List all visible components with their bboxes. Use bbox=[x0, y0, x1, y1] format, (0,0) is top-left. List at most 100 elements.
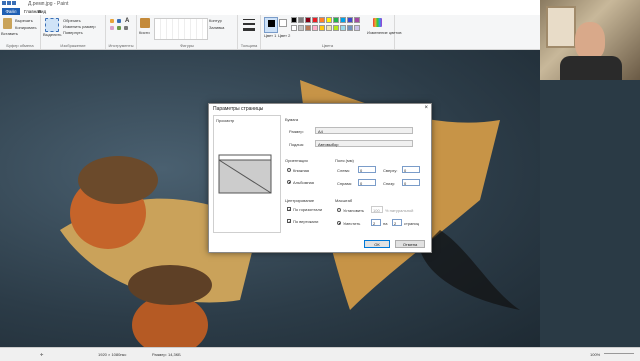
palette-swatch[interactable] bbox=[291, 25, 297, 31]
text-icon[interactable]: A bbox=[125, 18, 129, 24]
palette-swatch[interactable] bbox=[347, 25, 353, 31]
image-group-label: Изображение bbox=[60, 43, 86, 48]
paste-button[interactable]: Вставить bbox=[1, 31, 18, 36]
title-bar: Д.ремп.jpg - Paint bbox=[0, 0, 540, 8]
portrait-radio[interactable] bbox=[287, 168, 291, 172]
palette-swatch[interactable] bbox=[319, 17, 325, 23]
picker-icon[interactable] bbox=[117, 26, 121, 30]
brushes-button[interactable]: Кисти bbox=[139, 30, 150, 35]
palette-swatch[interactable] bbox=[312, 25, 318, 31]
fit-by-label: на bbox=[383, 221, 388, 226]
edit-colors-icon[interactable] bbox=[373, 18, 382, 27]
palette-swatch[interactable] bbox=[340, 25, 346, 31]
file-size: Размер: 14,3КБ bbox=[152, 352, 181, 357]
palette-swatch[interactable] bbox=[291, 17, 297, 23]
crop-button[interactable]: Обрезать bbox=[63, 18, 81, 23]
zoom-slider[interactable] bbox=[604, 353, 634, 354]
eraser-icon[interactable] bbox=[110, 26, 114, 30]
left-margin-input[interactable]: 0 bbox=[358, 166, 376, 173]
cursor-icon: ✛ bbox=[40, 352, 44, 357]
brush-icon[interactable] bbox=[140, 18, 150, 28]
canvas-right-area bbox=[540, 80, 640, 347]
clipboard-group-label: Буфер обмена bbox=[6, 43, 34, 48]
colors-group-label: Цвета bbox=[321, 43, 334, 48]
cut-button[interactable]: Вырезать bbox=[15, 18, 33, 23]
palette-swatch[interactable] bbox=[326, 17, 332, 23]
acorn-cap-shape bbox=[78, 156, 158, 204]
palette-swatch[interactable] bbox=[298, 17, 304, 23]
size-button[interactable]: Толщина bbox=[238, 43, 260, 48]
select-button[interactable]: Выделить bbox=[43, 32, 61, 37]
paper-size-select[interactable]: A4 bbox=[315, 127, 413, 134]
cancel-button[interactable]: Отмена bbox=[395, 240, 425, 248]
scale-percent-input[interactable]: 100 bbox=[371, 206, 383, 213]
palette-swatch[interactable] bbox=[354, 25, 360, 31]
magnifier-icon[interactable] bbox=[124, 26, 128, 30]
window-title: Д.ремп.jpg - Paint bbox=[28, 1, 69, 7]
person-face bbox=[575, 22, 605, 60]
line-medium bbox=[243, 23, 255, 25]
close-icon[interactable]: × bbox=[424, 105, 428, 111]
image-dimensions: 1920 × 1080пкс bbox=[98, 352, 127, 357]
file-menu[interactable]: Файл bbox=[2, 8, 20, 15]
bottom-margin-label: Снизу: bbox=[383, 181, 396, 186]
fill-button[interactable]: Заливка bbox=[209, 25, 224, 30]
page-setup-dialog: Параметры страницы × Просмотр Бумага Раз… bbox=[208, 103, 432, 253]
save-icon[interactable] bbox=[2, 1, 6, 5]
fill-icon[interactable] bbox=[117, 19, 121, 23]
scale-fit-radio[interactable] bbox=[337, 221, 341, 225]
palette-swatch[interactable] bbox=[298, 25, 304, 31]
webcam-overlay bbox=[540, 0, 640, 80]
scale-adjust-label: Установить bbox=[343, 208, 364, 213]
scale-label: Масштаб bbox=[335, 198, 353, 203]
margins-label: Поля (мм) bbox=[335, 158, 354, 163]
palette-swatch[interactable] bbox=[340, 17, 346, 23]
image-group: Выделить Обрезать Изменить размер Поверн… bbox=[41, 15, 106, 49]
right-margin-input[interactable]: 0 bbox=[358, 179, 376, 186]
palette-swatch[interactable] bbox=[326, 25, 332, 31]
color1-label: Цвет 1 bbox=[264, 33, 277, 38]
palette-swatch[interactable] bbox=[319, 25, 325, 31]
resize-button[interactable]: Изменить размер bbox=[63, 24, 96, 29]
palette-swatch[interactable] bbox=[312, 17, 318, 23]
color1-button[interactable] bbox=[264, 17, 278, 33]
outline-button[interactable]: Контур bbox=[209, 18, 222, 23]
landscape-radio[interactable] bbox=[287, 180, 291, 184]
undo-icon[interactable] bbox=[7, 1, 11, 5]
colors-group: Цвет 1 Цвет 2 Изменение цветов Цвета bbox=[261, 15, 402, 49]
top-margin-input[interactable]: 0 bbox=[402, 166, 420, 173]
bottom-margin-input[interactable]: 0 bbox=[402, 179, 420, 186]
fit-height-input[interactable]: 2 bbox=[392, 219, 402, 226]
palette-swatch[interactable] bbox=[333, 25, 339, 31]
shadow-shape bbox=[420, 230, 520, 310]
menu-bar: Файл Главная Вид bbox=[0, 8, 540, 15]
rotate-button[interactable]: Повернуть bbox=[63, 30, 83, 35]
scale-adjust-radio[interactable] bbox=[337, 208, 341, 212]
color2-label: Цвет 2 bbox=[278, 33, 291, 38]
center-vertical-checkbox[interactable]: ✓ bbox=[287, 219, 291, 224]
palette-swatch[interactable] bbox=[354, 17, 360, 23]
top-margin-label: Сверху: bbox=[383, 168, 398, 173]
center-horizontal-checkbox[interactable]: ✓ bbox=[287, 207, 291, 212]
palette-swatch[interactable] bbox=[333, 17, 339, 23]
shapes-gallery[interactable] bbox=[154, 18, 208, 40]
color2-swatch[interactable] bbox=[279, 19, 287, 27]
palette-swatch[interactable] bbox=[347, 17, 353, 23]
copy-button[interactable]: Копировать bbox=[15, 25, 37, 30]
fit-width-input[interactable]: 2 bbox=[371, 219, 381, 226]
paste-icon[interactable] bbox=[3, 18, 12, 29]
paper-label: Бумага bbox=[285, 117, 299, 122]
ok-button[interactable]: ОК bbox=[364, 240, 390, 248]
line-thick bbox=[243, 28, 255, 31]
edit-colors-button[interactable]: Изменение цветов bbox=[367, 30, 402, 35]
pencil-icon[interactable] bbox=[110, 19, 114, 23]
acorn-cap-shape bbox=[128, 265, 212, 305]
palette-swatch[interactable] bbox=[305, 25, 311, 31]
palette-swatch[interactable] bbox=[305, 17, 311, 23]
preview-panel: Просмотр bbox=[213, 115, 281, 233]
select-icon[interactable] bbox=[45, 18, 59, 32]
right-margin-label: Справа: bbox=[337, 181, 352, 186]
paper-source-select[interactable]: Автовыбор bbox=[315, 140, 413, 147]
redo-icon[interactable] bbox=[12, 1, 16, 5]
tab-view[interactable]: Вид bbox=[38, 9, 46, 14]
